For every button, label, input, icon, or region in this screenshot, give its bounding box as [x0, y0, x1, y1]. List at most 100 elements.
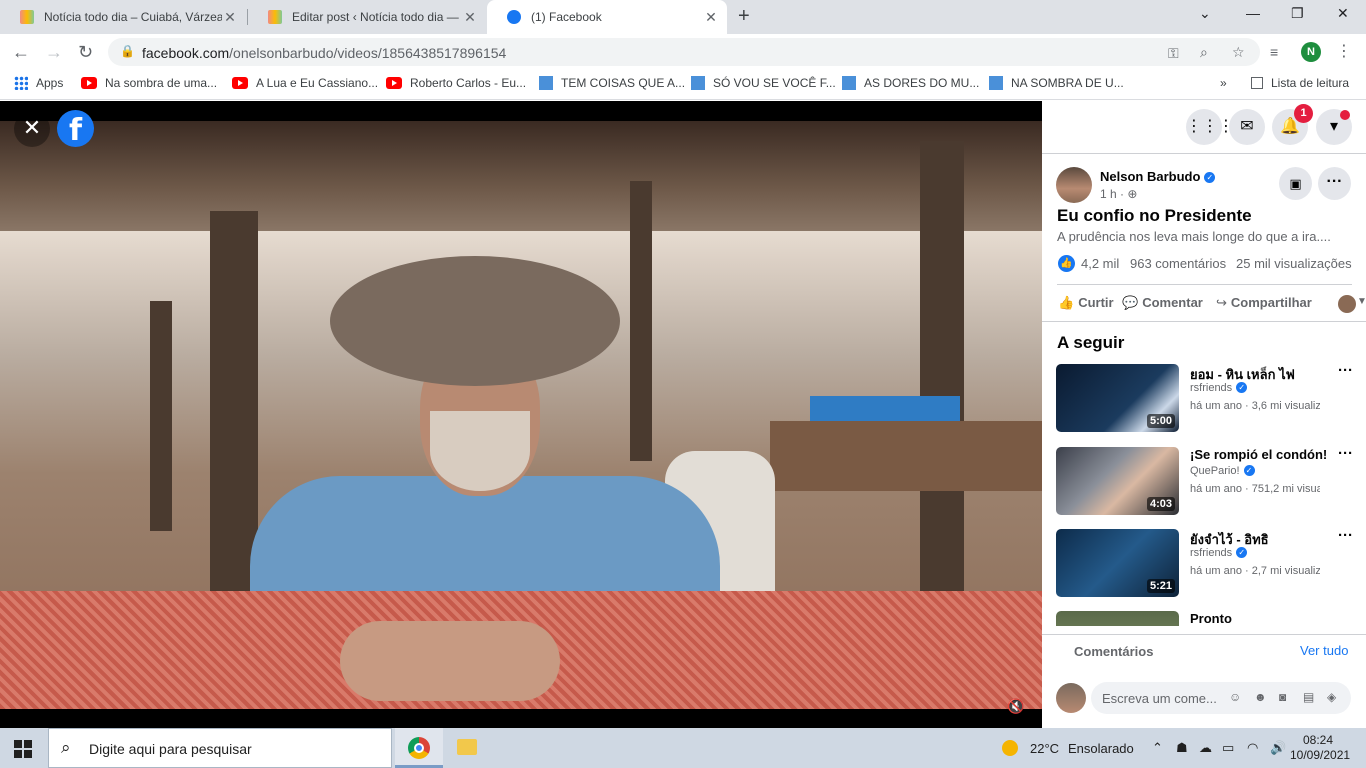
system-clock[interactable]: 08:24 10/09/2021 — [1290, 733, 1350, 763]
tab-close-icon[interactable]: ✕ — [222, 9, 238, 26]
comments-label[interactable]: Comentários — [1074, 644, 1153, 659]
key-icon[interactable]: ⚿ — [1168, 45, 1179, 62]
notification-badge: 1 — [1294, 104, 1313, 123]
menu-grid-icon[interactable]: ⋮⋮⋮ — [1186, 109, 1234, 145]
gif-icon[interactable]: ▤ — [1303, 690, 1314, 704]
video-duration: 5:21 — [1146, 579, 1175, 593]
verified-badge-icon: ✓ — [1236, 547, 1248, 558]
lock-icon[interactable]: 🔒 — [120, 44, 135, 58]
tab-facebook[interactable]: (1) Facebook ✕ — [487, 0, 727, 34]
post-timestamp[interactable]: 1 h · ⊕ — [1100, 187, 1137, 201]
more-bookmarks-icon[interactable]: » — [1220, 76, 1227, 90]
verified-badge-icon: ✓ — [1236, 382, 1248, 393]
weather-sun-icon[interactable] — [1002, 740, 1018, 756]
minimize-icon[interactable]: — — [1246, 5, 1260, 21]
tab-search-icon[interactable]: ⌄ — [1199, 5, 1211, 22]
bookmark-item[interactable]: Na sombra de uma... — [81, 76, 217, 90]
taskbar-chrome[interactable] — [395, 728, 443, 768]
video-channel[interactable]: rsfriends ✓ — [1190, 547, 1248, 559]
media-queue-icon[interactable]: ≡ — [1270, 44, 1278, 60]
video-thumbnail[interactable]: 5:00 — [1056, 364, 1179, 432]
see-all-link[interactable]: Ver tudo — [1300, 643, 1348, 658]
more-options-icon[interactable]: ··· — [1338, 362, 1353, 379]
video-thumbnail[interactable]: 5:21 — [1056, 529, 1179, 597]
new-tab-icon[interactable]: + — [738, 5, 750, 28]
post-author[interactable]: Nelson Barbudo ✓ — [1100, 169, 1216, 184]
back-icon[interactable]: ← — [12, 42, 30, 63]
apps-grid-icon — [14, 76, 28, 90]
more-options-icon[interactable]: ··· — [1338, 527, 1353, 544]
save-post-icon[interactable]: ▣ — [1279, 167, 1312, 200]
wifi-icon[interactable]: ◠ — [1247, 740, 1258, 756]
people-icon[interactable]: ☗ — [1176, 740, 1188, 756]
tab-editar-post[interactable]: Editar post ‹ Notícia todo dia — ✕ — [248, 0, 486, 34]
blog-icon — [989, 76, 1003, 90]
maximize-icon[interactable]: ❐ — [1291, 5, 1304, 22]
close-window-icon[interactable]: ✕ — [1337, 5, 1349, 22]
bookmark-apps[interactable]: Apps — [14, 76, 63, 90]
bookmark-item[interactable]: SÓ VOU SE VOCÊ F... — [691, 76, 836, 90]
bookmark-item[interactable]: TEM COISAS QUE A... — [539, 76, 685, 90]
show-hidden-icons-icon[interactable]: ⌃ — [1152, 740, 1163, 756]
video-thumbnail[interactable] — [1056, 611, 1179, 626]
emoji-icon[interactable]: ☻ — [1254, 690, 1267, 704]
like-button[interactable]: 👍 Curtir — [1058, 295, 1114, 311]
forward-icon[interactable]: → — [45, 42, 63, 63]
bookmark-item[interactable]: Roberto Carlos - Eu... — [386, 76, 526, 90]
video-thumbnail[interactable]: 4:03 — [1056, 447, 1179, 515]
folder-icon — [457, 739, 477, 755]
comment-count[interactable]: 963 comentários — [1130, 256, 1226, 271]
up-next-video[interactable]: Pronto — [1056, 611, 1356, 626]
chrome-icon — [408, 737, 430, 759]
camera-icon[interactable]: ◙ — [1279, 690, 1286, 704]
video-channel[interactable]: rsfriends ✓ — [1190, 382, 1248, 394]
video-channel[interactable]: QuePario! ✓ — [1190, 465, 1255, 477]
verified-badge-icon: ✓ — [1204, 172, 1216, 183]
weather-description[interactable]: Ensolarado — [1068, 741, 1134, 756]
video-player[interactable] — [0, 101, 1042, 728]
browser-menu-icon[interactable]: ⋮ — [1336, 41, 1352, 61]
chevron-down-icon[interactable]: ▼ — [1357, 296, 1366, 307]
bookmark-star-icon[interactable]: ☆ — [1232, 44, 1245, 61]
share-button[interactable]: ↪ Compartilhar — [1216, 295, 1312, 311]
bookmark-item[interactable]: AS DORES DO MU... — [842, 76, 979, 90]
volume-muted-icon[interactable]: 🔇 — [1007, 698, 1024, 715]
up-next-video[interactable]: 4:03 ¡Se rompió el condón! QuePario! ✓ há… — [1056, 445, 1356, 515]
up-next-video[interactable]: 5:00 ยอม - หิน เหล็ก ไฟ rsfriends ✓ há um… — [1056, 362, 1356, 432]
sticker-icon[interactable]: ◈ — [1327, 690, 1336, 704]
close-video-icon[interactable]: ✕ — [14, 111, 50, 147]
weather-temperature[interactable]: 22°C — [1030, 741, 1059, 756]
user-avatar[interactable] — [1056, 683, 1086, 713]
messenger-icon[interactable]: ✉ — [1229, 109, 1265, 145]
more-options-icon[interactable]: ··· — [1318, 167, 1351, 200]
up-next-video[interactable]: 5:21 ยังจำไว้ - อิทธิ rsfriends ✓ há um a… — [1056, 527, 1356, 597]
reload-icon[interactable]: ↻ — [78, 42, 93, 63]
volume-icon[interactable]: 🔊 — [1270, 740, 1286, 756]
tab-close-icon[interactable]: ✕ — [462, 9, 478, 26]
video-title[interactable]: Pronto — [1190, 611, 1232, 626]
avatar-sticker-icon[interactable]: ☺ — [1229, 690, 1241, 704]
tab-close-icon[interactable]: ✕ — [703, 9, 719, 26]
comment-input[interactable]: Escreva um come... ☺ ☻ ◙ ▤ ◈ — [1091, 682, 1351, 714]
comment-button[interactable]: 💬 Comentar — [1122, 295, 1203, 311]
zoom-icon[interactable]: ⌕ — [1200, 44, 1208, 61]
bookmark-item[interactable]: A Lua e Eu Cassiano... — [232, 76, 378, 90]
address-bar[interactable]: 🔒 facebook.com/onelsonbarbudo/videos/185… — [108, 38, 1260, 66]
battery-icon[interactable]: ▭ — [1222, 740, 1234, 756]
taskbar-file-explorer[interactable] — [443, 728, 491, 768]
more-options-icon[interactable]: ··· — [1338, 445, 1353, 462]
author-avatar[interactable] — [1056, 167, 1092, 203]
tab-noticia-todo-dia[interactable]: Notícia todo dia – Cuiabá, Várzea ✕ — [0, 0, 246, 34]
windows-start-icon[interactable] — [14, 740, 32, 758]
profile-avatar[interactable]: N — [1301, 42, 1321, 62]
facebook-logo-icon[interactable]: f — [57, 110, 94, 148]
post-description[interactable]: A prudência nos leva mais longe do que a… — [1057, 229, 1331, 244]
post-as-avatar[interactable] — [1338, 295, 1356, 313]
taskbar-search-input[interactable]: ⌕ Digite aqui para pesquisar — [48, 728, 392, 768]
video-title[interactable]: ¡Se rompió el condón! — [1190, 447, 1327, 462]
reading-list[interactable]: Lista de leitura — [1251, 76, 1349, 90]
onedrive-cloud-icon[interactable]: ☁ — [1199, 740, 1212, 756]
divider — [1042, 634, 1366, 635]
reaction-count[interactable]: 4,2 mil — [1081, 256, 1119, 271]
bookmark-item[interactable]: NA SOMBRA DE U... — [989, 76, 1124, 90]
